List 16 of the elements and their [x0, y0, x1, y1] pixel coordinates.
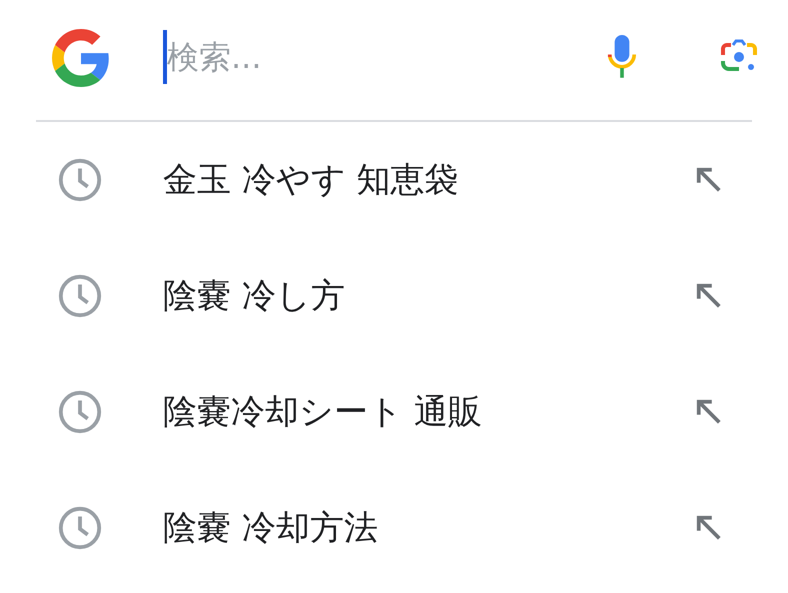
suggestion-text[interactable]: 陰嚢冷却シート 通販	[163, 389, 633, 435]
search-field[interactable]: 検索...	[163, 38, 543, 76]
arrow-icon[interactable]	[695, 398, 723, 426]
arrow-icon[interactable]	[695, 166, 723, 194]
clock-icon	[57, 389, 103, 435]
suggestion-text[interactable]: 陰嚢 冷し方	[163, 273, 633, 319]
google-logo-icon	[52, 29, 110, 87]
arrow-icon[interactable]	[695, 514, 723, 542]
text-cursor	[163, 30, 167, 84]
arrow-icon[interactable]	[695, 282, 723, 310]
microphone-icon[interactable]	[607, 35, 637, 79]
clock-icon	[57, 505, 103, 551]
clock-icon	[57, 273, 103, 319]
suggestion-text[interactable]: 金玉 冷やす 知恵袋	[163, 157, 633, 203]
clock-icon	[57, 157, 103, 203]
suggestion-text[interactable]: 陰嚢 冷却方法	[163, 505, 633, 551]
